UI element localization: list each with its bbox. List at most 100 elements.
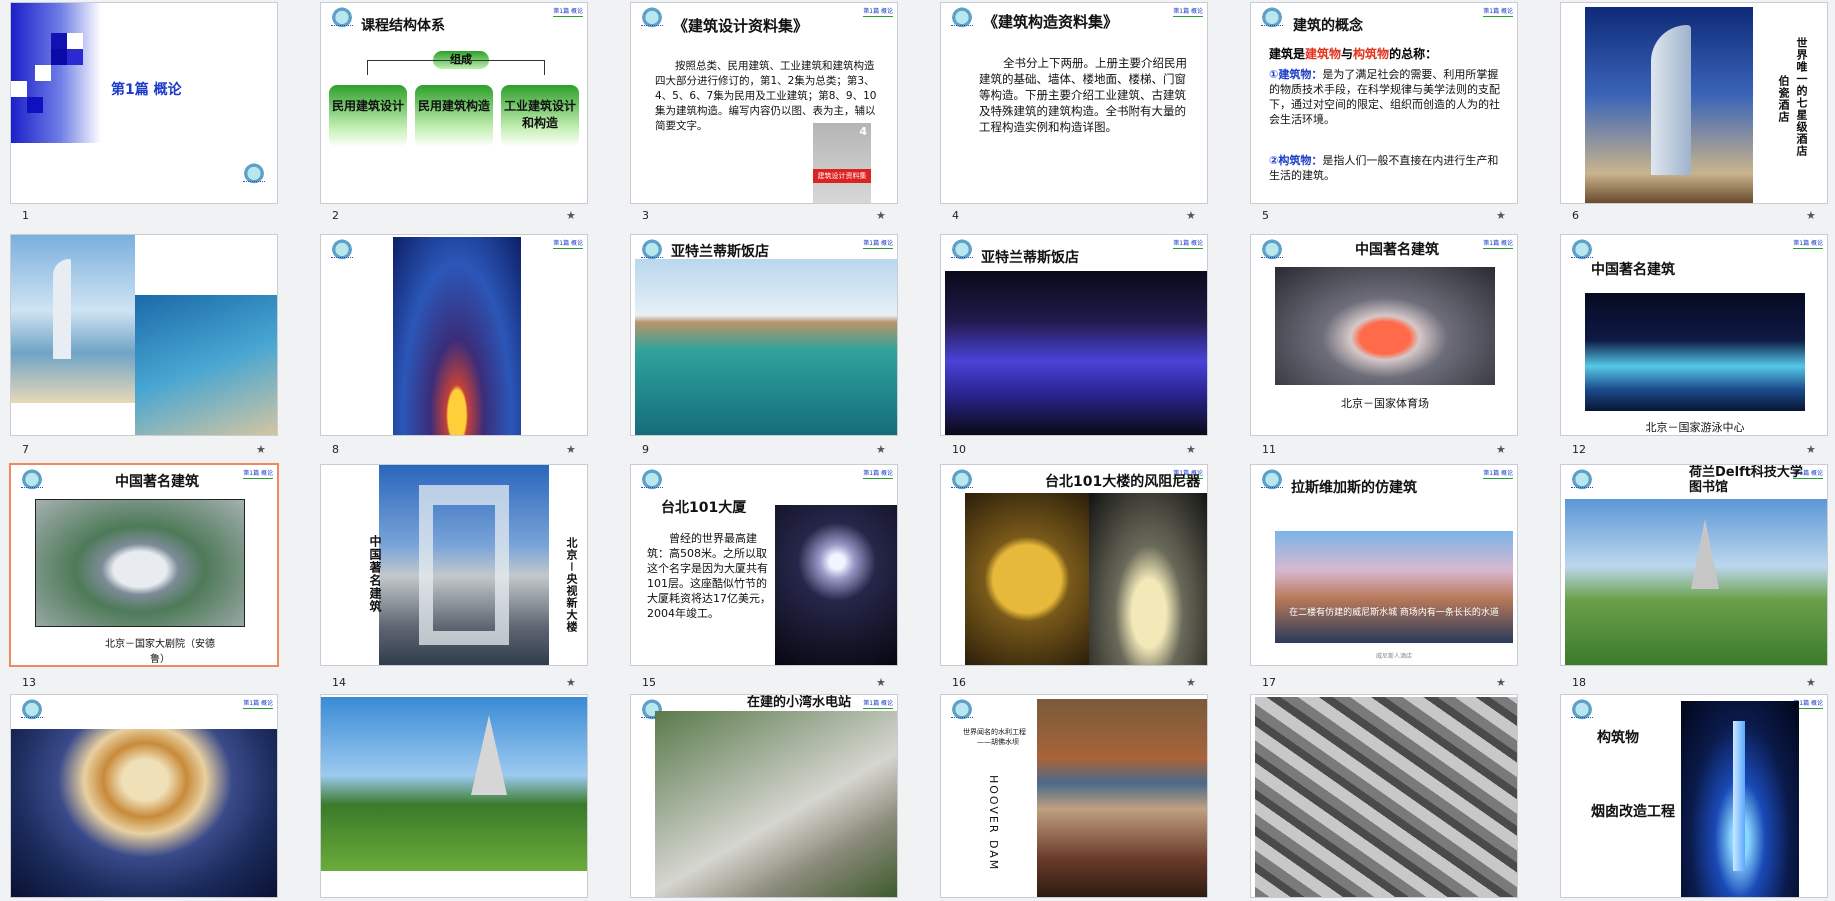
- book-number: 4: [859, 125, 867, 138]
- animation-star-icon: ★: [1806, 676, 1816, 689]
- atlantis-hotel-photo: [635, 259, 897, 435]
- university-logo: [1257, 239, 1287, 265]
- header-tag: 第1篇 概论: [1793, 240, 1823, 249]
- slide-title: 第1篇 概论: [111, 82, 182, 98]
- slide-thumbnail-23[interactable]: [1250, 694, 1518, 898]
- header-tag: 第1篇 概论: [863, 240, 893, 249]
- header-tag: 第1篇 概论: [1483, 470, 1513, 479]
- slide-thumbnail-18[interactable]: 第1篇 概论 荷兰Delft科技大学图书馆: [1560, 464, 1828, 666]
- slide-thumbnail-8[interactable]: 第1篇 概论: [320, 234, 588, 436]
- animation-star-icon: ★: [1496, 676, 1506, 689]
- header-tag: 第1篇 概论: [863, 470, 893, 479]
- slide-thumbnail-22[interactable]: 第1篇 概论 世界闻名的水利工程 ——胡佛水坝 HOOVER DAM: [940, 694, 1208, 898]
- slide-number: 8: [332, 443, 339, 456]
- slide-number: 4: [952, 209, 959, 222]
- highway-interchange-photo: [1255, 697, 1517, 897]
- slide-thumbnail-19[interactable]: 第1篇 概论: [10, 694, 278, 898]
- header-tag: 第1篇 概论: [243, 700, 273, 709]
- slide-number: 1: [22, 209, 29, 222]
- definition-structure: ②构筑物：是指人们一般不直接在内进行生产和生活的建筑。: [1269, 154, 1499, 182]
- slide-title: 课程结构体系: [361, 18, 445, 34]
- slide-title: 荷兰Delft科技大学图书馆: [1689, 465, 1803, 495]
- slide-thumbnail-9[interactable]: 第1篇 概论 亚特兰蒂斯饭店: [630, 234, 898, 436]
- slide-thumbnail-20[interactable]: [320, 694, 588, 898]
- slide-title: 中国著名建筑: [1355, 242, 1439, 258]
- diagram-node-industrial: 工业建筑设计和构造: [501, 85, 579, 147]
- animation-star-icon: ★: [1186, 676, 1196, 689]
- slide-thumbnail-4[interactable]: 第1篇 概论 《建筑构造资料集》 全书分上下两册。上册主要介绍民用建筑的基础、墙…: [940, 2, 1208, 204]
- animation-star-icon: ★: [876, 676, 886, 689]
- slide-thumbnail-13-selected[interactable]: 第1篇 概论 中国著名建筑 北京－国家大剧院（安德鲁）: [9, 463, 279, 667]
- slide-thumbnail-6[interactable]: 世界唯一的七星级酒店 伯瓷酒店: [1560, 2, 1828, 204]
- university-logo: [947, 239, 977, 265]
- water-cube-photo: [1585, 293, 1805, 411]
- book-title: 建筑设计资料集: [813, 169, 871, 183]
- slide-thumbnail-3[interactable]: 第1篇 概论 《建筑设计资料集》 按照总类、民用建筑、工业建筑和建筑构造四大部分…: [630, 2, 898, 204]
- grand-theatre-photo: [35, 499, 245, 627]
- slide-number: 9: [642, 443, 649, 456]
- delft-library-photo: [1565, 499, 1827, 665]
- slide-number: 18: [1572, 676, 1586, 689]
- header-tag: 第1篇 概论: [863, 8, 893, 17]
- university-logo: [637, 7, 667, 33]
- university-logo: [1567, 699, 1597, 725]
- header-tag: 第1篇 概论: [1173, 240, 1203, 249]
- slide-thumbnail-2[interactable]: 第1篇 概论 课程结构体系 组成 民用建筑设计 民用建筑构造 工业建筑设计和构造: [320, 2, 588, 204]
- slide-thumbnail-12[interactable]: 第1篇 概论 中国著名建筑 北京－国家游泳中心: [1560, 234, 1828, 436]
- slide-thumbnail-15[interactable]: 第1篇 概论 台北101大厦 曾经的世界最高建筑：高508米。之所以取这个名字是…: [630, 464, 898, 666]
- slide-subtitle: 烟囱改造工程: [1591, 804, 1675, 820]
- slide-thumbnail-11[interactable]: 第1篇 概论 中国著名建筑 北京－国家体育场: [1250, 234, 1518, 436]
- blue-gradient-decoration: [11, 3, 101, 143]
- vertical-caption: 中国著名建筑: [368, 535, 382, 613]
- header-tag: 第1篇 概论: [1483, 8, 1513, 17]
- dam-label: 世界闻名的水利工程: [963, 728, 1026, 736]
- definition-line: 建筑是建筑物与构筑物的总称：: [1269, 47, 1438, 61]
- animation-star-icon: ★: [1186, 209, 1196, 222]
- slide-title: 拉斯维加斯的仿建筑: [1291, 480, 1417, 496]
- library-interior-photo: [11, 729, 277, 897]
- vertical-caption-name: 北京－央视新大楼: [565, 537, 578, 633]
- university-logo: [1257, 469, 1287, 495]
- aerial-hotel-photo: [135, 295, 277, 435]
- slide-thumbnail-1[interactable]: 第1篇 概论: [10, 2, 278, 204]
- slide-number: 12: [1572, 443, 1586, 456]
- slide-thumbnail-16[interactable]: 第1篇 概论 台北101大楼的风阻尼器: [940, 464, 1208, 666]
- book-cover-image: 4 建筑设计资料集: [813, 123, 871, 203]
- slide-title: 台北101大楼的风阻尼器: [1045, 474, 1201, 490]
- slide-thumbnail-7[interactable]: [10, 234, 278, 436]
- slide-thumbnail-5[interactable]: 第1篇 概论 建筑的概念 建筑是建筑物与构筑物的总称： ①建筑物：是为了满足社会…: [1250, 2, 1518, 204]
- slide-thumbnail-14[interactable]: 中国著名建筑 北京－央视新大楼: [320, 464, 588, 666]
- animation-star-icon: ★: [1496, 209, 1506, 222]
- slide-number: 3: [642, 209, 649, 222]
- definition-building: ①建筑物：是为了满足社会的需要、利用所掌握的物质技术手段，在科学规律与美学法则的…: [1269, 68, 1500, 126]
- chimney-tower-photo: [1681, 701, 1799, 897]
- animation-star-icon: ★: [1186, 443, 1196, 456]
- slide-title: 在建的小湾水电站: [747, 695, 852, 710]
- slide-title: 构筑物: [1597, 730, 1639, 746]
- university-logo: [947, 699, 977, 725]
- slide-thumbnail-17[interactable]: 第1篇 概论 拉斯维加斯的仿建筑 在二楼有仿建的威尼斯水城 商场内有一条长长的水…: [1250, 464, 1518, 666]
- diagram-connector: [367, 60, 545, 75]
- slide-number: 7: [22, 443, 29, 456]
- slide-number: 10: [952, 443, 966, 456]
- slide-title: 中国著名建筑: [1591, 262, 1675, 278]
- university-logo: [327, 239, 357, 265]
- slide-thumbnail-21[interactable]: 第1篇 概论 在建的小湾水电站: [630, 694, 898, 898]
- header-tag: 第1篇 概论: [243, 470, 273, 479]
- slide-number: 6: [1572, 209, 1579, 222]
- slide-title: 台北101大厦: [661, 500, 747, 516]
- slide-thumbnail-24[interactable]: 第1篇 概论 构筑物 烟囱改造工程: [1560, 694, 1828, 898]
- slide-thumbnail-10[interactable]: 第1篇 概论 亚特兰蒂斯饭店: [940, 234, 1208, 436]
- slide-title: 亚特兰蒂斯饭店: [981, 250, 1079, 266]
- vertical-caption-name: 伯瓷酒店: [1777, 75, 1790, 123]
- library-lawn-photo: [321, 697, 587, 871]
- slide-body-text: 曾经的世界最高建筑：高508米。之所以取这个名字是因为大厦共有101层。这座酷似…: [647, 532, 771, 620]
- slide-title: 《建筑设计资料集》: [673, 17, 809, 35]
- taipei-101-fireworks-photo: [775, 505, 897, 665]
- university-logo: [1257, 7, 1287, 33]
- photo-overlay-text: 在二楼有仿建的威尼斯水城 商场内有一条长长的水道: [1289, 608, 1499, 618]
- header-tag: 第1篇 概论: [863, 700, 893, 709]
- diagram-node-civil-construction: 民用建筑构造: [415, 85, 493, 147]
- slide-title: 中国著名建筑: [115, 474, 199, 490]
- slide-body-text: 全书分上下两册。上册主要介绍民用建筑的基础、墙体、楼地面、楼梯、门窗等构造。下册…: [979, 56, 1187, 134]
